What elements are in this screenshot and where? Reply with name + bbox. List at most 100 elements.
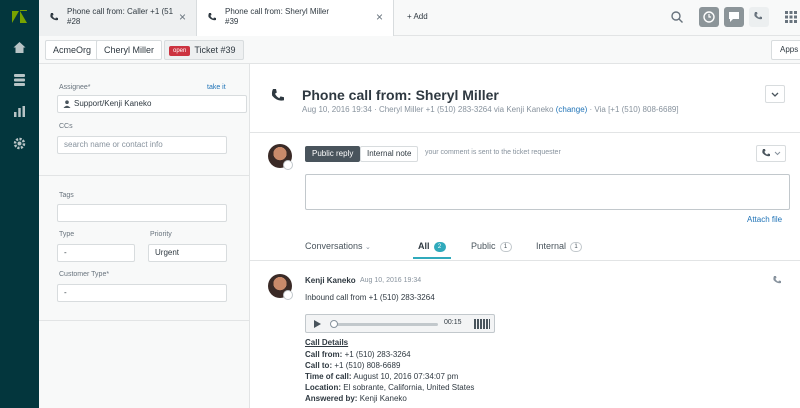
tab-public-label: Public — [471, 241, 496, 251]
clock-icon — [703, 11, 715, 23]
call-detail-row: Call from: +1 (510) 283-3264 — [305, 350, 411, 359]
internal-note-button[interactable]: Internal note — [360, 146, 419, 162]
user-badge-icon — [283, 290, 293, 300]
ticket-options-button[interactable] — [765, 85, 785, 103]
ticket-meta: Aug 10, 2016 19:34 · Cheryl Miller +1 (5… — [302, 105, 679, 114]
close-tab-icon[interactable]: × — [376, 10, 383, 24]
breadcrumb: AcmeOrg Cheryl Miller open Ticket #39 App… — [39, 36, 800, 64]
tab-ticket-number: #28 — [67, 17, 81, 26]
status-badge: open — [169, 46, 191, 56]
breadcrumb-requester[interactable]: Cheryl Miller — [96, 40, 163, 60]
tab-all[interactable]: All 2 — [418, 241, 446, 252]
customer-type-select[interactable]: - — [57, 284, 227, 302]
public-reply-button[interactable]: Public reply — [305, 146, 361, 162]
chevron-down-icon — [771, 92, 779, 97]
type-select[interactable]: - — [57, 244, 135, 262]
event-timestamp: Aug 10, 2016 19:34 — [360, 277, 422, 284]
chat-bubble-icon — [729, 12, 739, 22]
audio-seek-bar[interactable] — [332, 323, 438, 326]
priority-label: Priority — [150, 231, 172, 238]
tags-label: Tags — [59, 192, 74, 199]
search-icon[interactable] — [670, 10, 684, 24]
phone-icon — [762, 149, 781, 157]
user-badge-icon — [283, 160, 293, 170]
tab-title: Phone call from: Sheryl Miller — [225, 7, 330, 16]
play-icon[interactable] — [314, 320, 321, 328]
phone-call-icon — [271, 89, 284, 101]
tab-public[interactable]: Public 1 — [471, 241, 512, 252]
channel-select[interactable] — [756, 145, 786, 162]
section-divider — [39, 175, 249, 176]
conversations-filter-dropdown[interactable]: Conversations ⌄ — [305, 241, 371, 251]
ticket-conversation-pane: Phone call from: Sheryl Miller Aug 10, 2… — [250, 64, 800, 408]
ticket-properties-panel: Assignee* take it Support/Kenji Kaneko C… — [39, 64, 250, 408]
ticket-meta-text: Aug 10, 2016 19:34 · Cheryl Miller +1 (5… — [302, 105, 554, 114]
close-tab-icon[interactable]: × — [179, 10, 186, 24]
assignee-field[interactable]: Support/Kenji Kaneko — [57, 95, 247, 113]
tab-all-label: All — [418, 241, 430, 251]
assignee-value: Support/Kenji Kaneko — [74, 99, 152, 108]
tab-internal-count: 1 — [570, 242, 583, 252]
tab-ticket-number: #39 — [225, 17, 239, 26]
change-requester-link[interactable]: (change) — [556, 105, 588, 114]
section-divider — [39, 320, 249, 321]
active-tab-indicator — [413, 257, 451, 259]
tab-public-count: 1 — [499, 242, 512, 252]
take-it-link[interactable]: take it — [207, 84, 226, 91]
breadcrumb-organization[interactable]: AcmeOrg — [45, 40, 100, 60]
chat-button[interactable] — [724, 7, 744, 27]
call-event-icon — [773, 276, 781, 284]
chevron-down-icon: ⌄ — [365, 244, 371, 251]
ccs-label: CCs — [59, 123, 73, 130]
phone-icon — [208, 13, 216, 21]
tab-all-count: 2 — [433, 242, 446, 252]
call-detail-row: Location: El sobrante, California, Unite… — [305, 383, 475, 392]
tags-input[interactable] — [57, 204, 227, 222]
attach-file-link[interactable]: Attach file — [747, 215, 782, 224]
ticket-meta-via: · Via [+1 (510) 808-6689] — [589, 105, 679, 114]
volume-icon[interactable] — [474, 319, 490, 329]
phone-icon — [50, 13, 58, 21]
ticket-tab-bar: Phone call from: Caller +1 (510)... #28 … — [39, 0, 800, 36]
user-icon — [63, 100, 71, 108]
ccs-input[interactable]: search name or contact info — [57, 136, 227, 154]
breadcrumb-ticket[interactable]: open Ticket #39 — [164, 40, 244, 60]
talk-button[interactable] — [749, 7, 769, 27]
type-label: Type — [59, 231, 75, 238]
assignee-label: Assignee* — [59, 84, 91, 91]
ticket-title: Phone call from: Sheryl Miller — [302, 87, 499, 103]
settings-gear-icon[interactable] — [12, 136, 27, 151]
ticket-tab-28[interactable]: Phone call from: Caller +1 (510)... #28 … — [39, 0, 197, 36]
ticket-tab-39[interactable]: Phone call from: Sheryl Miller #39 × — [197, 0, 394, 36]
reporting-icon[interactable] — [12, 104, 27, 119]
status-toggle-button[interactable] — [699, 7, 719, 27]
customer-type-label: Customer Type* — [59, 271, 110, 278]
breadcrumb-ticket-label: Ticket #39 — [194, 45, 236, 55]
priority-select[interactable]: Urgent — [148, 244, 227, 262]
call-detail-row: Time of call: August 10, 2016 07:34:07 p… — [305, 372, 459, 381]
conversations-label: Conversations — [305, 241, 363, 251]
call-detail-row: Answered by: Kenji Kaneko — [305, 394, 407, 403]
apps-button[interactable]: Apps — [771, 40, 800, 60]
comment-textarea[interactable] — [305, 174, 790, 210]
add-tab-button[interactable]: + Add — [407, 12, 428, 21]
tab-title: Phone call from: Caller +1 (510)... — [67, 7, 173, 16]
audio-seek-handle[interactable] — [330, 320, 338, 328]
filters-divider — [250, 260, 800, 261]
event-author[interactable]: Kenji Kaneko — [305, 276, 356, 285]
call-detail-row: Call to: +1 (510) 808-6689 — [305, 361, 401, 370]
composer-hint: your comment is sent to the ticket reque… — [425, 149, 561, 156]
call-recording-player: 00:15 — [305, 314, 495, 333]
event-text: Inbound call from +1 (510) 283-3264 — [305, 293, 435, 302]
left-nav-rail — [0, 0, 39, 408]
tab-internal[interactable]: Internal 1 — [536, 241, 583, 252]
tab-internal-label: Internal — [536, 241, 567, 251]
call-details-title: Call Details — [305, 338, 349, 347]
phone-icon — [754, 12, 762, 20]
audio-duration: 00:15 — [444, 319, 462, 326]
header-divider — [250, 132, 800, 133]
product-tray-grid-icon[interactable] — [785, 11, 797, 23]
views-icon[interactable] — [12, 72, 27, 87]
home-icon[interactable] — [12, 40, 27, 55]
zendesk-logo-icon[interactable] — [11, 10, 28, 24]
